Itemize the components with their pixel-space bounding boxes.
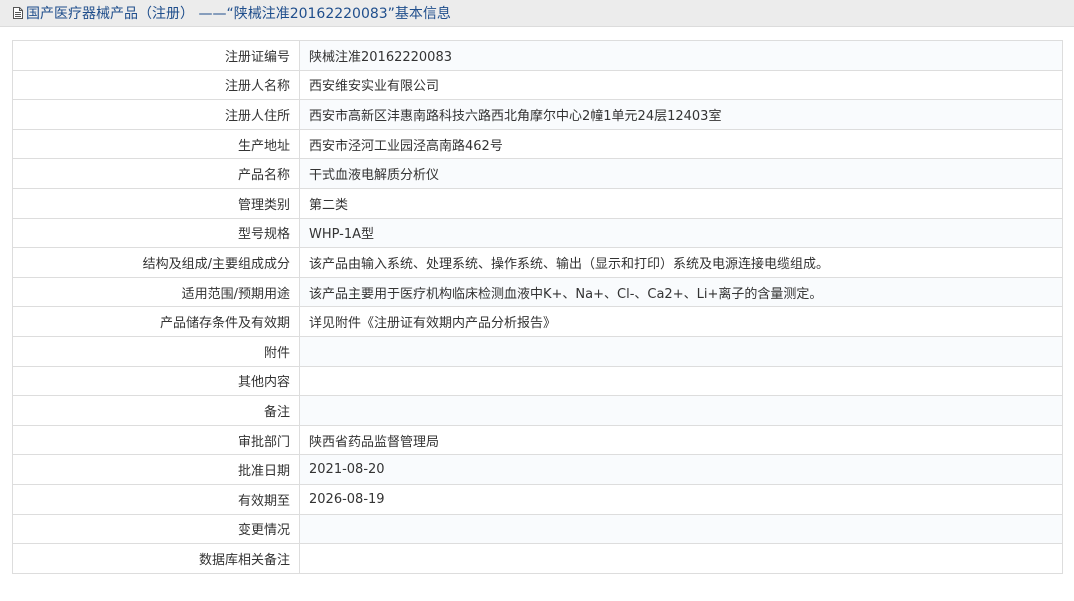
field-value: 陕西省药品监督管理局	[299, 424, 1063, 456]
field-label: 型号规格	[12, 217, 300, 249]
table-row: 注册证编号 陕械注准20162220083	[12, 40, 1063, 71]
table-row: 注册人住所 西安市高新区沣惠南路科技六路西北角摩尔中心2幢1单元24层12403…	[12, 99, 1063, 130]
field-label: 注册人住所	[12, 99, 300, 130]
table-row: 有效期至 2026-08-19	[12, 483, 1063, 515]
field-value: 该产品由输入系统、处理系统、操作系统、输出（显示和打印）系统及电源连接电缆组成。	[299, 247, 1063, 278]
table-row: 产品储存条件及有效期 详见附件《注册证有效期内产品分析报告》	[12, 306, 1063, 337]
field-value: 陕械注准20162220083	[299, 40, 1063, 71]
field-label: 数据库相关备注	[12, 543, 300, 574]
table-row: 审批部门 陕西省药品监督管理局	[12, 424, 1063, 456]
field-label: 产品名称	[12, 158, 300, 189]
table-row: 型号规格 WHP-1A型	[12, 217, 1063, 249]
field-label: 批准日期	[12, 454, 300, 485]
field-label: 附件	[12, 335, 300, 367]
table-row: 结构及组成/主要组成成分 该产品由输入系统、处理系统、操作系统、输出（显示和打印…	[12, 247, 1063, 278]
field-label: 备注	[12, 395, 300, 426]
field-label: 产品储存条件及有效期	[12, 306, 300, 337]
field-value	[299, 513, 1063, 545]
table-row: 变更情况	[12, 513, 1063, 545]
field-value: 详见附件《注册证有效期内产品分析报告》	[299, 306, 1063, 337]
field-value: 西安市高新区沣惠南路科技六路西北角摩尔中心2幢1单元24层12403室	[299, 99, 1063, 130]
field-value	[299, 395, 1063, 426]
field-value: 第二类	[299, 187, 1063, 219]
page-title: 国产医疗器械产品（注册） ——“陕械注准20162220083”基本信息	[26, 6, 451, 22]
field-label: 生产地址	[12, 128, 300, 160]
table-row: 管理类别 第二类	[12, 187, 1063, 219]
field-label: 变更情况	[12, 513, 300, 545]
table-row: 其他内容	[12, 365, 1063, 397]
table-row: 生产地址 西安市泾河工业园泾高南路462号	[12, 128, 1063, 160]
field-value: 西安维安实业有限公司	[299, 69, 1063, 101]
field-value: 2021-08-20	[299, 454, 1063, 485]
table-row: 批准日期 2021-08-20	[12, 454, 1063, 485]
table-row: 备注	[12, 395, 1063, 426]
table-row: 数据库相关备注	[12, 543, 1063, 574]
field-value: WHP-1A型	[299, 217, 1063, 249]
field-label: 结构及组成/主要组成成分	[12, 247, 300, 278]
field-value: 西安市泾河工业园泾高南路462号	[299, 128, 1063, 160]
field-value	[299, 543, 1063, 574]
field-value: 2026-08-19	[299, 483, 1063, 515]
field-label: 审批部门	[12, 424, 300, 456]
field-label: 注册证编号	[12, 40, 300, 71]
field-label: 有效期至	[12, 483, 300, 515]
field-label: 其他内容	[12, 365, 300, 397]
field-value	[299, 335, 1063, 367]
table-row: 产品名称 干式血液电解质分析仪	[12, 158, 1063, 189]
info-table: 注册证编号 陕械注准20162220083 注册人名称 西安维安实业有限公司 注…	[12, 40, 1063, 574]
table-row: 适用范围/预期用途 该产品主要用于医疗机构临床检测血液中K+、Na+、Cl-、C…	[12, 276, 1063, 308]
field-value	[299, 365, 1063, 397]
field-label: 注册人名称	[12, 69, 300, 101]
field-value: 该产品主要用于医疗机构临床检测血液中K+、Na+、Cl-、Ca2+、Li+离子的…	[299, 276, 1063, 308]
document-icon	[13, 7, 23, 19]
field-label: 适用范围/预期用途	[12, 276, 300, 308]
table-row: 注册人名称 西安维安实业有限公司	[12, 69, 1063, 101]
page-header: 国产医疗器械产品（注册） ——“陕械注准20162220083”基本信息	[0, 0, 1074, 27]
field-value: 干式血液电解质分析仪	[299, 158, 1063, 189]
table-row: 附件	[12, 335, 1063, 367]
field-label: 管理类别	[12, 187, 300, 219]
